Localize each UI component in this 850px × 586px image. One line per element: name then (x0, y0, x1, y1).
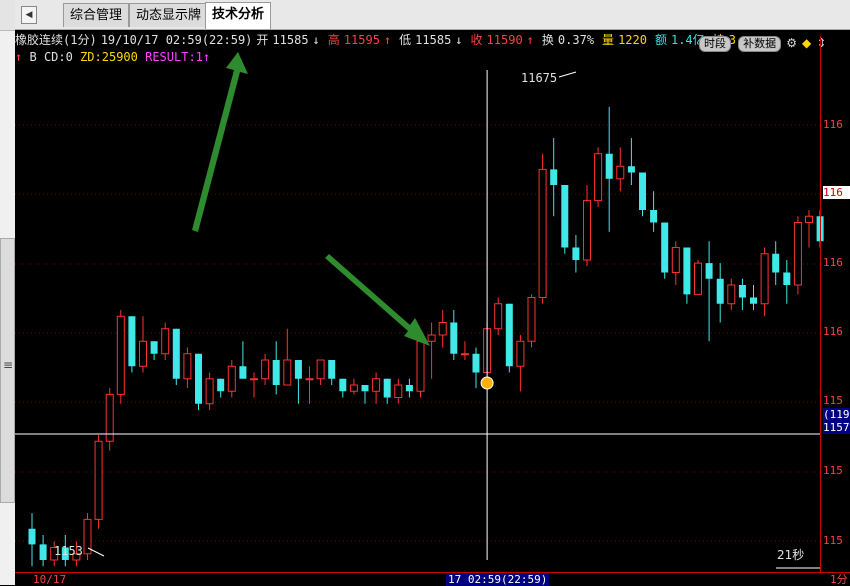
candle-body-up (305, 378, 314, 381)
candle-body-down (450, 322, 458, 354)
candle-body-down (627, 166, 635, 173)
candle-body-down (650, 210, 658, 223)
candle-body-up (394, 384, 403, 398)
candle-body-up (438, 322, 447, 336)
candle-body-up (460, 353, 469, 356)
candle-body-up (316, 359, 325, 380)
candle-body-up (671, 247, 680, 273)
candle-body-down (128, 316, 136, 367)
candle-body-up (349, 384, 358, 392)
countdown-label: 21秒 (777, 548, 805, 562)
candle-body-down (272, 360, 280, 385)
candle-body-down (639, 172, 646, 210)
max-price-label: 11675 (521, 71, 558, 85)
candle-body-up (583, 200, 591, 261)
candle-body-down (405, 385, 413, 392)
candle-body-down (716, 278, 724, 304)
candle-body-up (494, 303, 503, 330)
candle-body-up (594, 153, 603, 202)
candle-body-up (205, 378, 214, 405)
candle-body-down (195, 353, 202, 404)
candle-body-down (550, 169, 558, 185)
candle-body-down (361, 385, 369, 392)
candle-body-up (694, 262, 702, 295)
candle-body-up (261, 359, 270, 380)
candle-body-down (705, 263, 713, 279)
candle-body-up (283, 359, 292, 386)
candle-body-up (94, 440, 103, 520)
crosshair-price-tag: 1157 (823, 421, 850, 434)
candle-body-down (28, 528, 36, 545)
start-date-label: 10/17 (33, 573, 67, 586)
candle-body-up (416, 340, 425, 392)
candle-body-down (150, 341, 158, 354)
candle-body-up (616, 165, 625, 180)
candle-body-up (372, 378, 381, 392)
candle-body-up (139, 340, 147, 367)
candle-body-up (161, 328, 170, 355)
candle-body-down (505, 303, 513, 367)
candle-body-down (572, 247, 580, 260)
candle-body-up (116, 315, 125, 395)
candle-body-down (772, 253, 780, 273)
candle-body-down (750, 297, 757, 304)
candlestick-chart[interactable] (0, 0, 850, 585)
price-tick-label: 115 (823, 534, 843, 547)
candle-body-up (538, 168, 547, 298)
candle-body-down (738, 285, 746, 298)
candle-body-down (472, 353, 480, 373)
candle-body-up (727, 284, 736, 305)
price-tick-label: 115 (823, 464, 843, 477)
green-arrow-down (325, 254, 430, 346)
price-axis (820, 36, 850, 572)
max-leader-line (558, 71, 577, 78)
candle-body-up (250, 378, 258, 381)
current-price-label: 116 (823, 186, 850, 199)
candle-body-up (183, 353, 192, 380)
candle-body-up (516, 340, 525, 367)
green-arrow-up (192, 52, 248, 232)
candle-body-down (172, 328, 180, 379)
candle-body-down (339, 378, 347, 392)
candle-body-down (39, 544, 47, 560)
time-axis: 10/17 17 02:59(22:59) 1分 (15, 572, 850, 586)
candle-body-up (805, 215, 813, 223)
candle-body-down (683, 247, 691, 295)
candle-body-down (561, 185, 569, 248)
candle-body-up (760, 253, 769, 305)
candle-body-down (661, 222, 669, 273)
period-label: 1分 (830, 573, 848, 586)
price-tick-label: 116 (823, 118, 843, 131)
candle-body-down (383, 378, 391, 398)
crosshair-tag: (119 (823, 408, 850, 421)
candle-body-down (239, 366, 247, 379)
candle-body-up (427, 334, 436, 342)
candle-body-down (328, 360, 336, 379)
candle-body-up (793, 222, 802, 286)
price-tick-label: 116 (823, 325, 843, 338)
crosshair-time-tag: 17 02:59(22:59) (446, 573, 550, 586)
candle-body-down (783, 272, 791, 285)
price-tick-label: 116 (823, 256, 843, 269)
candle-body-down (605, 153, 613, 179)
min-price-label: 1153 (54, 544, 83, 558)
price-tick-label: 115 (823, 394, 843, 407)
candle-body-down (294, 360, 302, 379)
candle-body-up (227, 365, 236, 392)
candle-body-up (527, 297, 536, 342)
candle-body-down (217, 378, 225, 392)
signal-marker-icon (480, 376, 494, 390)
